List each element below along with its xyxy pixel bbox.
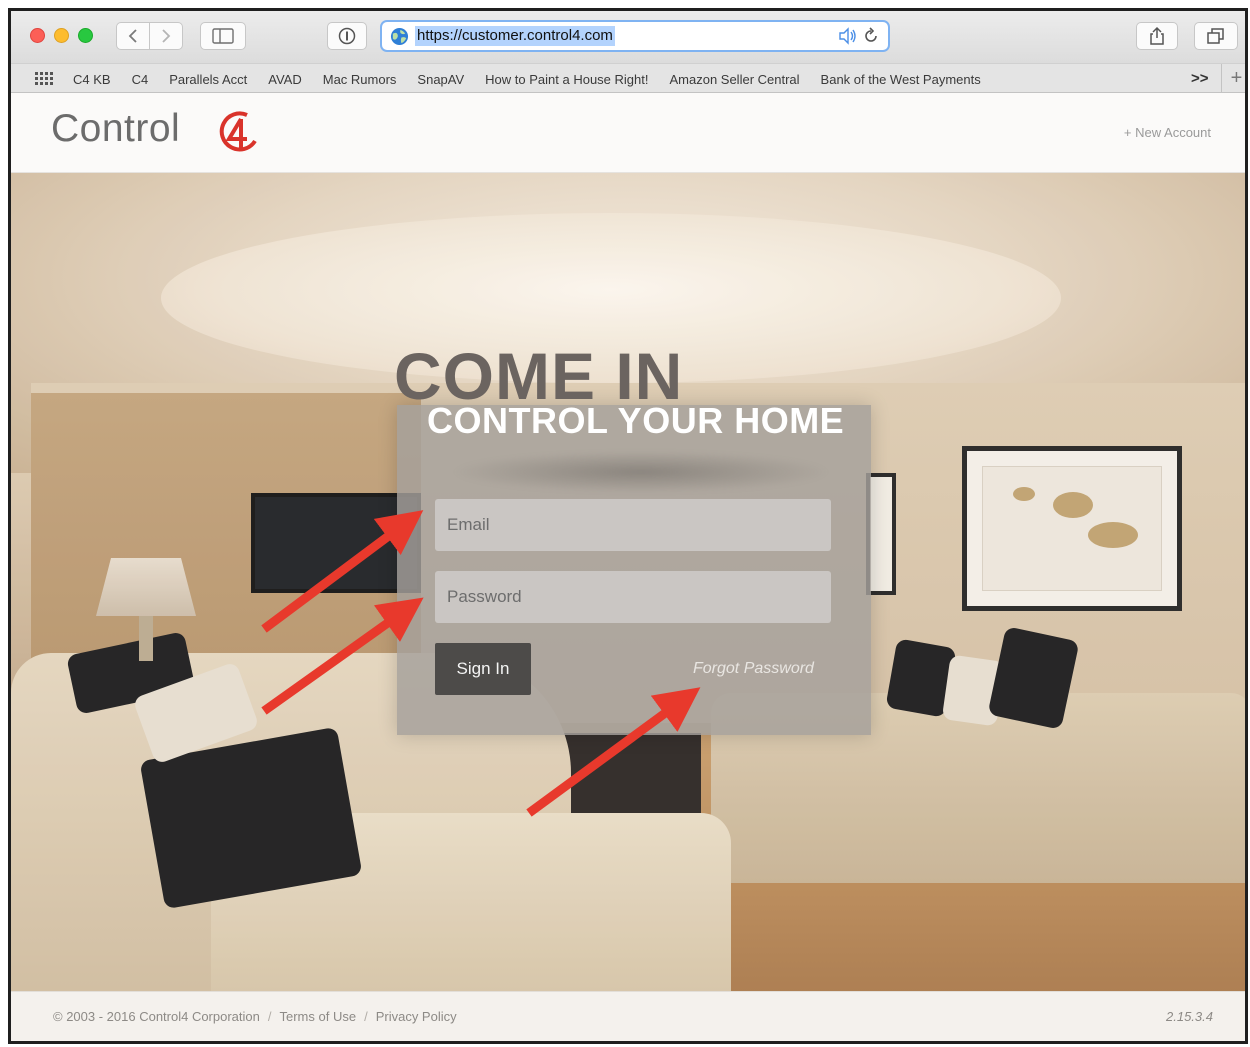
bookmark-snapav[interactable]: SnapAV <box>417 72 464 87</box>
bookmark-mac-rumors[interactable]: Mac Rumors <box>323 72 397 87</box>
web-page: Control + New Account COME IN CONTROL YO… <box>11 93 1245 1041</box>
new-account-link[interactable]: + New Account <box>1124 125 1211 140</box>
info-icon <box>338 27 356 45</box>
bookmark-amazon-seller[interactable]: Amazon Seller Central <box>669 72 799 87</box>
forward-button[interactable] <box>149 22 183 50</box>
bookmark-paint-house[interactable]: How to Paint a House Right! <box>485 72 648 87</box>
email-field[interactable]: Email <box>435 499 831 551</box>
control4-logo[interactable]: Control <box>51 107 180 151</box>
browser-window: https://customer.control4.com C4 KB C4 P… <box>8 8 1248 1044</box>
chevron-left-icon <box>128 29 137 43</box>
footer-links: © 2003 - 2016 Control4 Corporation / Terms… <box>53 1009 457 1024</box>
terms-of-use-link[interactable]: Terms of Use <box>280 1009 357 1024</box>
address-bar[interactable]: https://customer.control4.com <box>380 20 890 52</box>
speaker-icon[interactable] <box>838 27 858 45</box>
control-your-home-heading: CONTROL YOUR HOME <box>427 400 845 441</box>
site-footer: © 2003 - 2016 Control4 Corporation / Terms… <box>11 991 1245 1041</box>
bookmark-c4[interactable]: C4 <box>132 72 149 87</box>
version-label: 2.15.3.4 <box>1166 1009 1213 1024</box>
email-placeholder: Email <box>447 515 490 534</box>
new-tab-button[interactable]: + <box>1221 64 1245 94</box>
maximize-window-button[interactable] <box>78 28 93 43</box>
globe-icon <box>390 27 409 45</box>
control4-logo-mark-icon <box>219 111 257 152</box>
password-placeholder: Password <box>447 587 522 606</box>
reader-info-button[interactable] <box>327 22 367 50</box>
back-button[interactable] <box>116 22 150 50</box>
forgot-password-link[interactable]: Forgot Password <box>693 660 814 678</box>
share-icon <box>1150 26 1164 45</box>
sidebar-toggle-button[interactable] <box>200 22 246 50</box>
privacy-policy-link[interactable]: Privacy Policy <box>376 1009 457 1024</box>
bookmark-bank-of-the-west[interactable]: Bank of the West Payments <box>821 72 981 87</box>
site-header: Control + New Account <box>11 93 1245 173</box>
grid-icon[interactable] <box>35 72 55 86</box>
url-text[interactable]: https://customer.control4.com <box>415 26 615 46</box>
share-button[interactable] <box>1136 22 1178 50</box>
sign-in-button[interactable]: Sign In <box>435 643 531 695</box>
bookmark-c4-kb[interactable]: C4 KB <box>73 72 111 87</box>
show-tabs-button[interactable] <box>1194 22 1238 50</box>
sidebar-icon <box>212 28 234 44</box>
password-field[interactable]: Password <box>435 571 831 623</box>
footer-separator: / <box>267 1009 272 1024</box>
bookmarks-bar: C4 KB C4 Parallels Acct AVAD Mac Rumors … <box>11 63 1245 94</box>
minimize-window-button[interactable] <box>54 28 69 43</box>
tabs-icon <box>1207 28 1224 44</box>
bookmark-avad[interactable]: AVAD <box>268 72 301 87</box>
copyright-text: © 2003 - 2016 Control4 Corporation <box>53 1009 260 1024</box>
close-window-button[interactable] <box>30 28 45 43</box>
bookmark-parallels-acct[interactable]: Parallels Acct <box>169 72 247 87</box>
browser-toolbar: https://customer.control4.com <box>11 11 1245 63</box>
bookmark-list: C4 KB C4 Parallels Acct AVAD Mac Rumors … <box>73 64 1002 94</box>
reload-icon[interactable] <box>862 27 880 45</box>
hero-background: COME IN CONTROL YOUR HOME Email Password… <box>11 173 1245 1001</box>
footer-separator: / <box>364 1009 368 1024</box>
blurred-content <box>451 451 831 493</box>
chevron-right-icon <box>162 29 171 43</box>
more-bookmarks-button[interactable]: >> <box>1191 70 1209 87</box>
